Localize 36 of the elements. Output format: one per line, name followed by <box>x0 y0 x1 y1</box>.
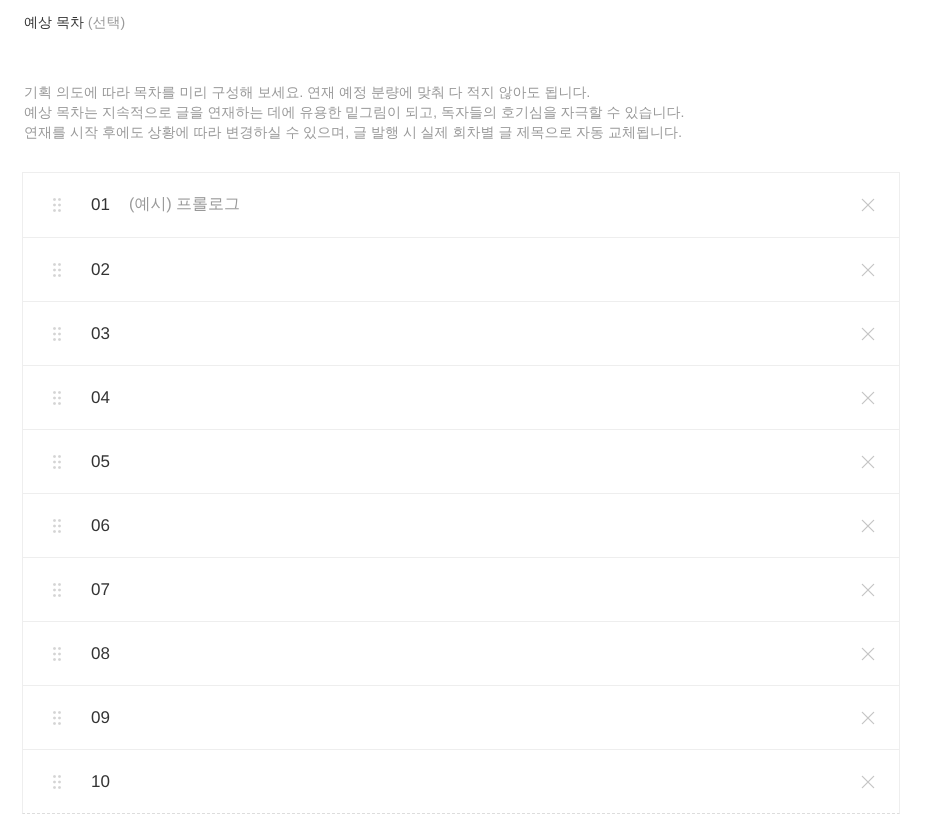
chapter-number: 09 <box>91 706 111 729</box>
close-icon[interactable] <box>861 582 875 596</box>
close-icon[interactable] <box>861 454 875 468</box>
section-title: 예상 목차 <box>24 13 84 32</box>
drag-handle-icon[interactable] <box>53 326 61 340</box>
chapter-title-field[interactable]: (예시) 프롤로그 <box>129 185 861 225</box>
chapter-number: 03 <box>91 322 111 345</box>
close-icon[interactable] <box>861 262 875 276</box>
close-icon[interactable] <box>861 518 875 532</box>
drag-handle-icon[interactable] <box>53 198 61 212</box>
close-icon[interactable] <box>861 646 875 660</box>
chapter-number: 02 <box>91 258 111 281</box>
chapter-number: 05 <box>91 450 111 473</box>
chapter-number: 04 <box>91 386 111 409</box>
drag-handle-icon[interactable] <box>53 390 61 404</box>
description-text: 예상 목차는 지속적으로 글을 연재하는 데에 유용한 밑그림이 되고, 독자들의 호기심을 자극할 수 있습니다. <box>24 103 686 122</box>
drag-handle-icon[interactable] <box>53 646 61 660</box>
chapter-number: 06 <box>91 514 111 537</box>
chapter-number: 07 <box>91 578 111 601</box>
description-text: 연재를 시작 후에도 상황에 따라 변경하실 수 있으며, 글 발행 시 실제 회차별 글 제목으로 자동 교체됩니다. <box>24 123 684 142</box>
drag-handle-icon[interactable] <box>53 774 61 788</box>
close-icon[interactable] <box>861 710 875 724</box>
close-icon[interactable] <box>861 390 875 404</box>
close-icon[interactable] <box>861 326 875 340</box>
close-icon[interactable] <box>861 198 875 212</box>
drag-handle-icon[interactable] <box>53 710 61 724</box>
optional-note: (선택) <box>88 13 126 32</box>
close-icon[interactable] <box>861 774 875 788</box>
drag-handle-icon[interactable] <box>53 518 61 532</box>
drag-handle-icon[interactable] <box>53 454 61 468</box>
chapter-number: 10 <box>91 770 111 793</box>
drag-handle-icon[interactable] <box>53 262 61 276</box>
chapter-number: 01 <box>91 194 111 216</box>
chapter-number: 08 <box>91 642 111 665</box>
description-text: 기획 의도에 따라 목차를 미리 구성해 보세요. 연재 예정 분량에 맞춰 다 적지 않아도 됩니다. <box>24 83 592 102</box>
drag-handle-icon[interactable] <box>53 582 61 596</box>
